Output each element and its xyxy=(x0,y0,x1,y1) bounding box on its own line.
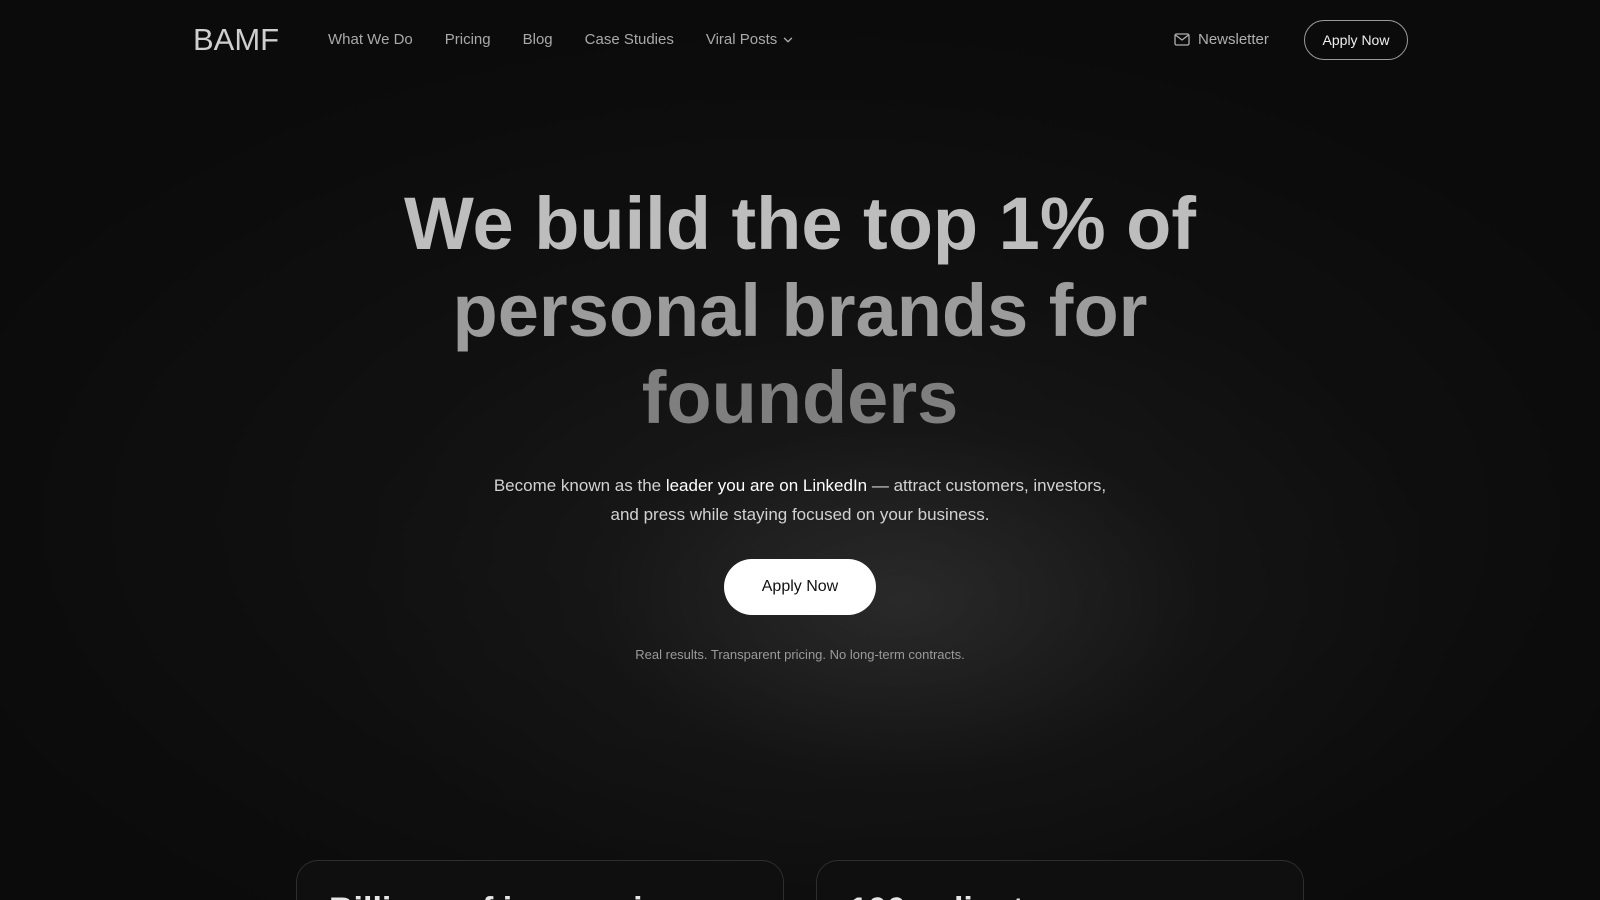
nav-link-label: Pricing xyxy=(444,31,491,48)
mail-icon xyxy=(1174,33,1190,46)
stat-card: 100+ clients xyxy=(816,860,1304,900)
nav-link-case-studies[interactable]: Case Studies xyxy=(585,31,674,48)
hero-note: Real results. Transparent pricing. No lo… xyxy=(635,647,965,662)
newsletter-label: Newsletter xyxy=(1198,31,1269,48)
brand-logo[interactable]: BAMF xyxy=(193,22,279,58)
top-nav: BAMF What We Do Pricing Blog Case Studie… xyxy=(0,0,1600,80)
stat-card: Billions of impressions xyxy=(296,860,784,900)
sub-line1-suffix: — attract customers, investors, xyxy=(867,476,1107,495)
nav-link-viral-posts[interactable]: Viral Posts xyxy=(706,31,793,48)
headline-line-3: founders xyxy=(641,356,959,439)
headline-line-2: personal brands for xyxy=(452,269,1148,352)
nav-link-label: Case Studies xyxy=(584,31,674,48)
sub-emphasis: leader you are on LinkedIn xyxy=(665,476,868,495)
hero-section: We build the top 1% of personal brands f… xyxy=(0,180,1600,662)
nav-link-pricing[interactable]: Pricing xyxy=(445,31,491,48)
nav-link-label: What We Do xyxy=(328,31,413,48)
hero-headline: We build the top 1% of personal brands f… xyxy=(390,180,1210,441)
apply-now-hero-button[interactable]: Apply Now xyxy=(724,559,876,615)
newsletter-link[interactable]: Newsletter xyxy=(1174,31,1269,48)
nav-link-label: Viral Posts xyxy=(705,31,778,48)
nav-links: What We Do Pricing Blog Case Studies Vir… xyxy=(328,31,825,48)
apply-now-nav-button[interactable]: Apply Now xyxy=(1304,20,1408,60)
hero-subheadline: Become known as the leader you are on Li… xyxy=(450,471,1150,529)
nav-link-what-we-do[interactable]: What We Do xyxy=(328,31,413,48)
sub-line-2: and press while staying focused on your … xyxy=(610,505,990,524)
stat-card-title: Billions of impressions xyxy=(329,891,703,900)
headline-line-1: We build the top 1% of xyxy=(403,182,1197,265)
nav-link-blog[interactable]: Blog xyxy=(523,31,553,48)
chevron-down-icon xyxy=(784,37,793,42)
nav-link-label: Blog xyxy=(522,31,553,48)
sub-prefix: Become known as the xyxy=(493,476,666,495)
stat-card-title: 100+ clients xyxy=(849,891,1043,900)
